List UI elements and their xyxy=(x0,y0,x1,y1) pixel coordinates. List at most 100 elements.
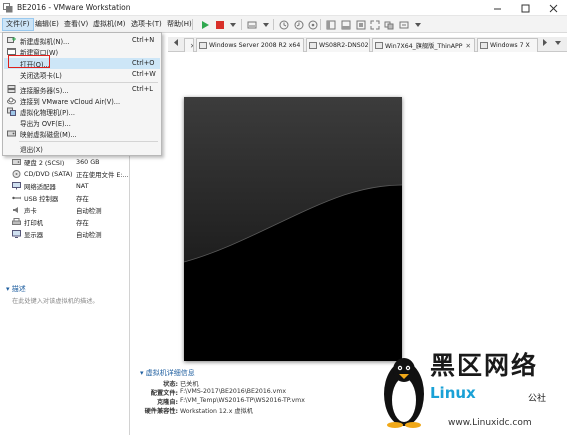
close-tab-icon[interactable]: ✕ xyxy=(190,42,193,50)
description-placeholder[interactable]: 在此处键入对该虚拟机的描述。 xyxy=(12,296,99,305)
close-tab-icon[interactable]: ✕ xyxy=(303,42,304,50)
connect-server-icon xyxy=(7,85,16,93)
details-value: F:\VM_Temp\WS2016-TP\WS2016-TP.vmx xyxy=(180,397,305,404)
device-row-usb[interactable]: USB 控制器 存在 xyxy=(12,193,130,204)
tab-partial[interactable]: ✕ xyxy=(184,38,194,52)
thumbnail-bar-button[interactable] xyxy=(339,18,352,31)
console-view-button[interactable] xyxy=(354,18,367,31)
printer-icon xyxy=(12,218,21,225)
display-icon xyxy=(12,230,21,238)
menu-item-label: 退出(X) xyxy=(20,146,43,154)
full-screen-icon xyxy=(370,20,379,29)
unity-button[interactable] xyxy=(382,18,395,31)
details-key: 配置文件: xyxy=(150,390,178,397)
maximize-icon xyxy=(521,4,529,12)
menu-item-virtualize-physical[interactable]: 虚拟化物理机(P)... xyxy=(4,106,160,117)
tab-win7x64-thinapp[interactable]: Win7X64_旗舰版_ThinAPP ✕ xyxy=(372,38,475,52)
revert-snapshot-button[interactable] xyxy=(292,18,305,31)
menu-item-shortcut: Ctrl+W xyxy=(132,70,156,78)
send-ctrl-alt-del-button[interactable] xyxy=(245,18,258,31)
menu-vm[interactable]: 虚拟机(M) xyxy=(90,18,129,31)
menu-item-close-tab[interactable]: 关闭选项卡(L) Ctrl+W xyxy=(4,69,160,80)
snapshot-manager-button[interactable] xyxy=(306,18,319,31)
device-row-display[interactable]: 显示器 自动检测 xyxy=(12,229,130,240)
tab-ws08r2-dns02[interactable]: WS08R2-DNS02 ✕ xyxy=(306,38,370,52)
menu-file[interactable]: 文件(F) xyxy=(2,18,34,31)
menu-view[interactable]: 查看(V) xyxy=(61,18,91,31)
device-row-cd-dvd[interactable]: CD/DVD (SATA) 正在使用文件 E:... xyxy=(12,169,130,180)
snapshot-button[interactable] xyxy=(277,18,290,31)
chevron-left-icon xyxy=(174,39,178,46)
tab-scroll-right[interactable] xyxy=(540,39,550,50)
keyboard-dropdown-button[interactable] xyxy=(259,18,272,31)
menu-item-shortcut: Ctrl+L xyxy=(132,85,153,93)
vm-icon xyxy=(375,41,383,49)
power-dropdown-button[interactable] xyxy=(226,18,239,31)
penguin-logo-icon xyxy=(384,358,424,428)
vm-icon xyxy=(199,41,207,49)
details-key: 克隆自: xyxy=(156,399,178,406)
device-name: 打印机 xyxy=(24,219,44,227)
toolbar-separator xyxy=(273,19,274,30)
device-row-sound-card[interactable]: 声卡 自动检测 xyxy=(12,205,130,216)
tab-list-button[interactable] xyxy=(553,39,563,50)
watermark-url: www.Linuxidc.com xyxy=(448,418,532,428)
menu-item-vcloud-air[interactable]: 连接到 VMware vCloud Air(V)... xyxy=(4,95,160,106)
details-value: Workstation 12.x 虚拟机 xyxy=(180,408,253,415)
vm-tab-strip: ✕ Windows Server 2008 R2 x64 ✕ WS08R2-DN… xyxy=(168,37,567,52)
title-bar: BE2016 - VMware Workstation xyxy=(0,0,567,16)
network-adapter-icon xyxy=(12,182,21,190)
new-vm-icon xyxy=(7,37,16,43)
stop-icon xyxy=(215,20,224,29)
menu-item-shortcut: Ctrl+N xyxy=(132,36,155,44)
chevron-down-icon xyxy=(229,22,236,27)
toolbar-separator xyxy=(241,19,242,30)
tab-label: Windows Server 2008 R2 x64 xyxy=(209,42,301,49)
stretch-dropdown-button[interactable] xyxy=(411,18,424,31)
minimize-button[interactable] xyxy=(483,0,511,16)
details-key: 硬件兼容性: xyxy=(144,408,178,415)
chevron-down-icon xyxy=(414,22,421,27)
menu-item-new-vm[interactable]: 新建虚拟机(N)... Ctrl+N xyxy=(4,35,160,46)
full-screen-button[interactable] xyxy=(368,18,381,31)
tab-windows-7[interactable]: Windows 7 X xyxy=(477,38,538,52)
menu-tabs[interactable]: 选项卡(T) xyxy=(128,18,165,31)
map-disk-icon xyxy=(7,130,16,137)
vm-icon xyxy=(309,41,317,49)
watermark-sub-text: 公社 xyxy=(528,394,547,404)
maximize-button[interactable] xyxy=(511,0,539,16)
device-value: 自动检测 xyxy=(76,231,102,239)
menu-item-label: 连接到 VMware vCloud Air(V)... xyxy=(20,98,121,106)
details-header[interactable]: ▾ 虚拟机详细信息 xyxy=(140,368,195,378)
stop-button[interactable] xyxy=(213,18,226,31)
stretch-guest-button[interactable] xyxy=(397,18,410,31)
show-library-button[interactable] xyxy=(324,18,337,31)
window-title: BE2016 - VMware Workstation xyxy=(17,3,131,12)
description-title: 描述 xyxy=(11,285,26,293)
vm-screen-thumbnail[interactable] xyxy=(184,97,402,361)
close-icon xyxy=(549,4,557,12)
chevron-down-icon xyxy=(262,22,269,27)
close-window-button[interactable] xyxy=(539,0,567,16)
menu-edit[interactable]: 编辑(E) xyxy=(32,18,62,31)
toolbar-separator xyxy=(320,19,321,30)
device-row-printer[interactable]: 打印机 存在 xyxy=(12,217,130,228)
menu-item-exit[interactable]: 退出(X) xyxy=(4,143,160,154)
menu-help[interactable]: 帮助(H) xyxy=(164,18,195,31)
description-header[interactable]: ▾ 描述 xyxy=(6,284,26,294)
device-row-hard-disk-2[interactable]: 硬盘 2 (SCSI) 360 GB xyxy=(12,157,130,168)
snapshot-clock-icon xyxy=(279,20,288,29)
tab-scroll-left[interactable] xyxy=(171,39,181,50)
tab-windows-server-2008-r2[interactable]: Windows Server 2008 R2 x64 ✕ xyxy=(196,38,304,52)
cloud-icon xyxy=(7,97,16,105)
close-tab-icon[interactable]: ✕ xyxy=(465,42,470,50)
device-row-network-adapter[interactable]: 网络适配器 NAT xyxy=(12,181,130,192)
device-name: USB 控制器 xyxy=(24,195,59,203)
tab-label: Win7X64_旗舰版_ThinAPP xyxy=(385,43,463,50)
menu-item-connect-server[interactable]: 连接服务器(S)... Ctrl+L xyxy=(4,84,160,95)
menu-item-map-disk[interactable]: 映射虚拟磁盘(M)... xyxy=(4,128,160,139)
device-value: 正在使用文件 E:... xyxy=(76,171,129,179)
menu-item-label: 关闭选项卡(L) xyxy=(20,72,62,80)
power-on-button[interactable] xyxy=(198,18,211,31)
menu-item-export-ovf[interactable]: 导出为 OVF(E)... xyxy=(4,117,160,128)
